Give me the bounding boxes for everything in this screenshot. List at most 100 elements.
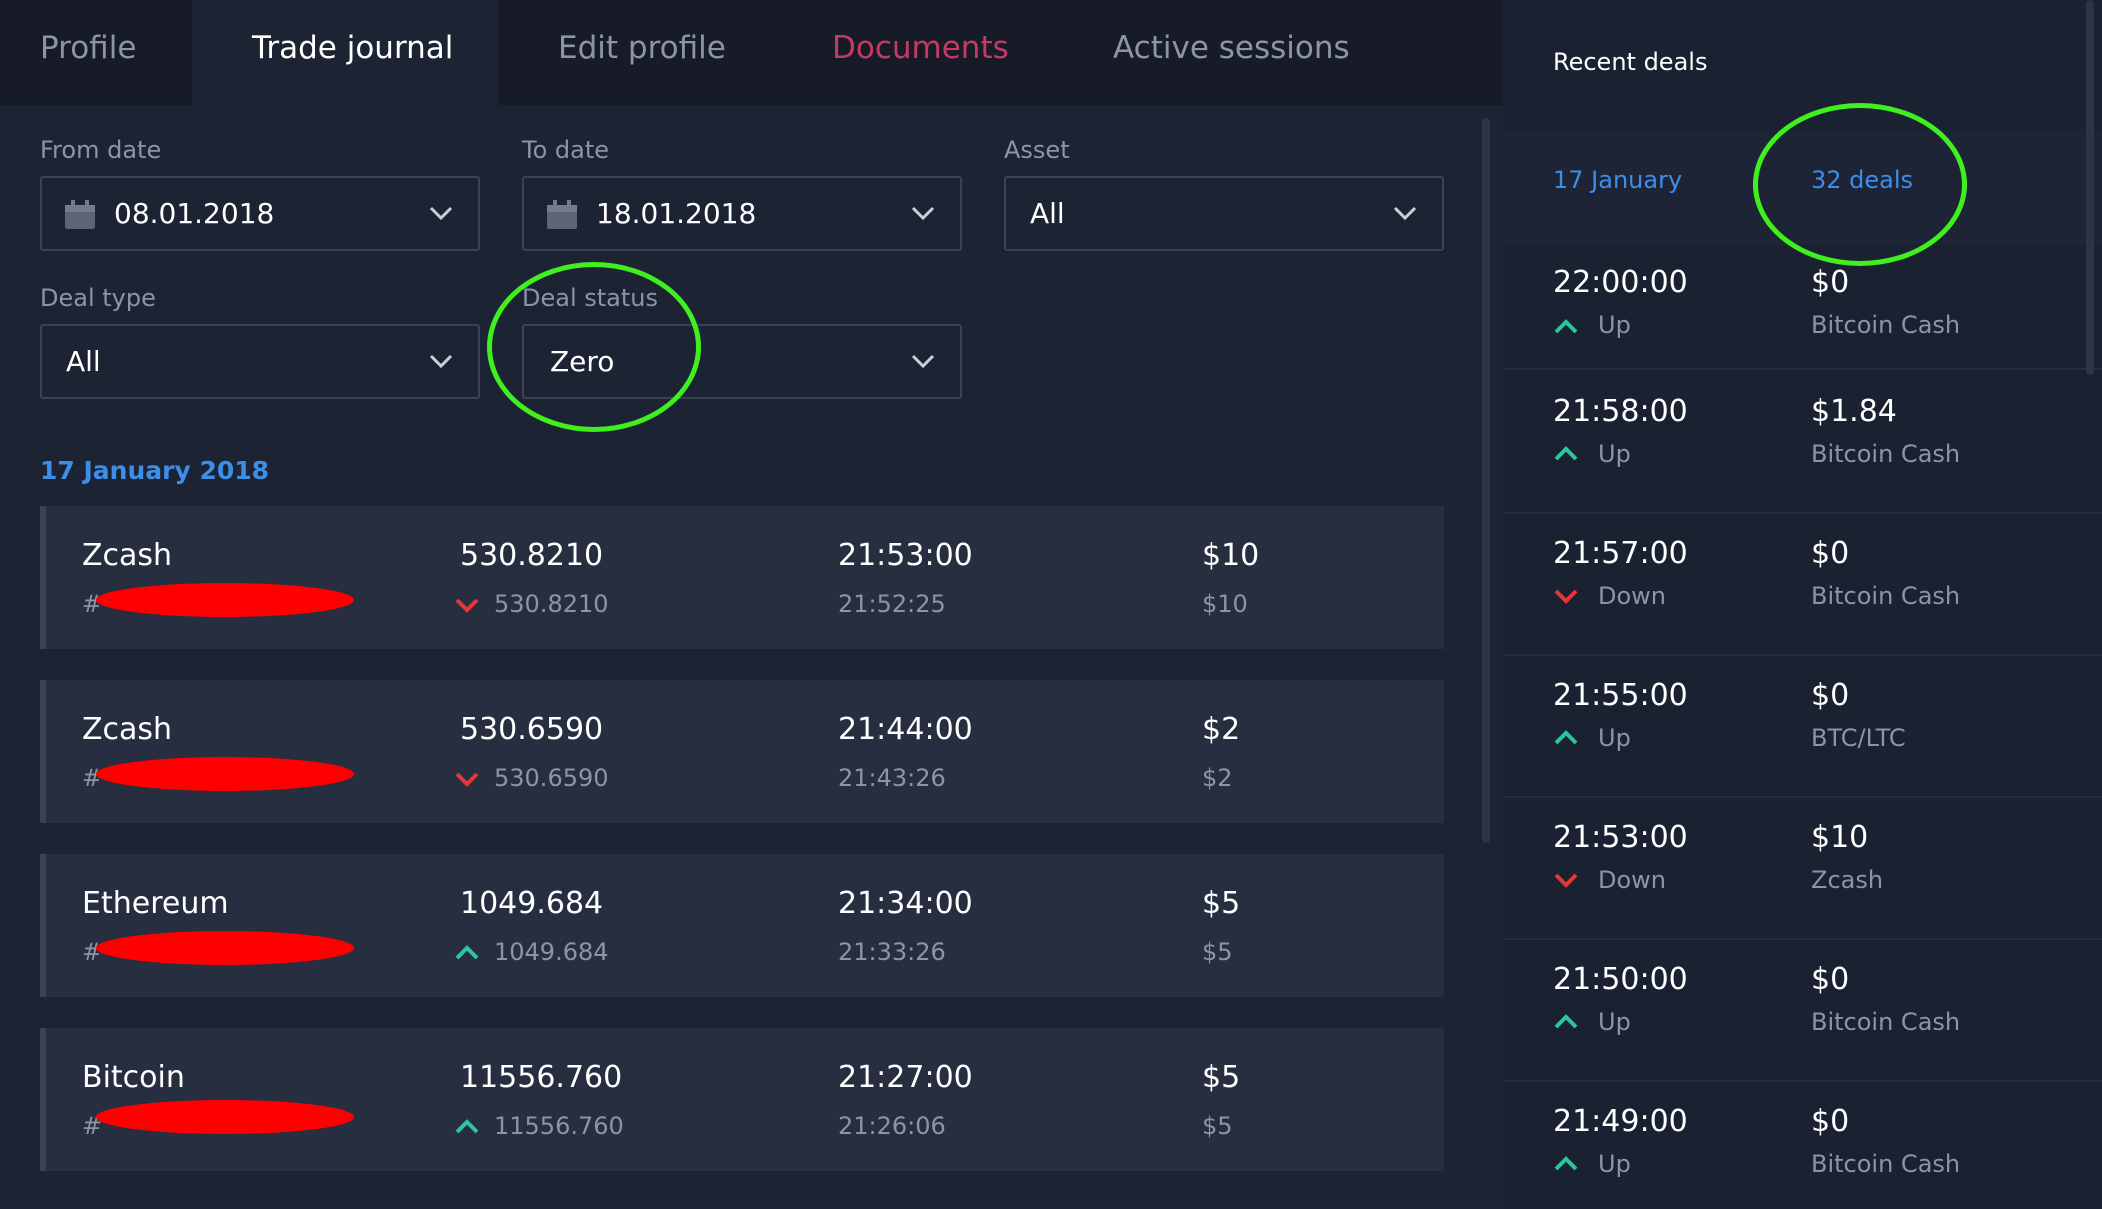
- arrow-up-icon: [1553, 1155, 1579, 1177]
- redaction-mark: [96, 1100, 354, 1134]
- recent-deal-row[interactable]: 22:00:00 Up $0 Bitcoin Cash: [1503, 245, 2102, 370]
- asset-value: All: [1030, 197, 1065, 230]
- recent-deal-row[interactable]: 21:57:00 Down $0 Bitcoin Cash: [1503, 514, 2102, 656]
- deal-price: 11556.760: [460, 1060, 623, 1095]
- asset-select[interactable]: All: [1004, 176, 1444, 251]
- recent-deal-row[interactable]: 21:49:00 Up $0 Bitcoin Cash: [1503, 1082, 2102, 1209]
- recent-deal-amount: $1.84: [1811, 394, 1897, 429]
- deal-card[interactable]: Bitcoin # 11556.760 11556.760 21:27:00 2…: [40, 1028, 1444, 1171]
- tab-trade-journal[interactable]: Trade journal: [192, 0, 498, 105]
- calendar-icon: [546, 200, 578, 234]
- arrow-up-icon: [1553, 1013, 1579, 1035]
- calendar-icon: [64, 200, 96, 234]
- recent-deal-amount: $0: [1811, 962, 1850, 997]
- deal-amount: $5: [1202, 886, 1241, 921]
- recent-deal-asset: Bitcoin Cash: [1811, 582, 1961, 610]
- recent-deal-row[interactable]: 21:50:00 Up $0 Bitcoin Cash: [1503, 940, 2102, 1082]
- recent-deal-direction: Down: [1598, 582, 1667, 610]
- arrow-up-icon: [1553, 445, 1579, 467]
- tab-profile[interactable]: Profile: [0, 0, 176, 105]
- deal-status-select[interactable]: Zero: [522, 324, 962, 399]
- recent-deal-asset: Bitcoin Cash: [1811, 1008, 1961, 1036]
- deal-price-close: 530.6590: [494, 764, 609, 792]
- deal-price-close: 530.8210: [494, 590, 609, 618]
- recent-deal-time: 21:55:00: [1553, 678, 1688, 713]
- recent-deals-date: 17 January: [1553, 166, 1683, 194]
- recent-deal-direction: Up: [1598, 1150, 1631, 1178]
- to-date-value: 18.01.2018: [596, 197, 757, 230]
- from-date-value: 08.01.2018: [114, 197, 275, 230]
- recent-deals-count[interactable]: 32 deals: [1811, 166, 1913, 194]
- from-date-picker[interactable]: 08.01.2018: [40, 176, 480, 251]
- recent-deal-time: 22:00:00: [1553, 265, 1688, 300]
- recent-deal-amount: $10: [1811, 820, 1869, 855]
- app-root: Profile Trade journal Edit profile Docum…: [0, 0, 2102, 1209]
- recent-deal-asset: Bitcoin Cash: [1811, 311, 1961, 339]
- arrow-up-icon: [454, 944, 480, 966]
- recent-deals-scrollbar[interactable]: [2086, 0, 2094, 375]
- recent-deal-row[interactable]: 21:55:00 Up $0 BTC/LTC: [1503, 656, 2102, 798]
- deal-card[interactable]: Zcash # 530.6590 530.6590 21:44:00 21:43…: [40, 680, 1444, 823]
- arrow-down-icon: [454, 770, 480, 792]
- deal-time-expire: 21:27:00: [838, 1060, 973, 1095]
- recent-deals-title: Recent deals: [1553, 48, 1708, 76]
- recent-deals-header: 17 January 32 deals: [1503, 130, 2102, 245]
- deal-amount: $2: [1202, 712, 1241, 747]
- tab-edit-profile[interactable]: Edit profile: [518, 0, 766, 105]
- deal-type-value: All: [66, 345, 101, 378]
- deal-price: 530.6590: [460, 712, 604, 747]
- deal-price-close: 1049.684: [494, 938, 609, 966]
- recent-deal-time: 21:50:00: [1553, 962, 1688, 997]
- chevron-down-icon: [428, 350, 454, 376]
- deal-card[interactable]: Ethereum # 1049.684 1049.684 21:34:00 21…: [40, 854, 1444, 997]
- recent-deal-row[interactable]: 21:58:00 Up $1.84 Bitcoin Cash: [1503, 372, 2102, 514]
- main-scrollbar[interactable]: [1482, 118, 1490, 843]
- tab-bar: Profile Trade journal Edit profile Docum…: [0, 0, 1503, 105]
- recent-deal-direction: Up: [1598, 440, 1631, 468]
- deal-amount-small: $10: [1202, 590, 1248, 618]
- tab-documents[interactable]: Documents: [792, 0, 1049, 105]
- redaction-mark: [96, 931, 354, 965]
- arrow-up-icon: [454, 1118, 480, 1140]
- recent-deal-asset: Zcash: [1811, 866, 1884, 894]
- chevron-down-icon: [910, 202, 936, 228]
- deal-asset: Zcash: [82, 712, 173, 747]
- recent-deal-amount: $0: [1811, 265, 1850, 300]
- recent-deal-time: 21:49:00: [1553, 1104, 1688, 1139]
- deal-time-expire: 21:44:00: [838, 712, 973, 747]
- deal-price: 1049.684: [460, 886, 604, 921]
- recent-deal-direction: Up: [1598, 724, 1631, 752]
- recent-deal-amount: $0: [1811, 536, 1850, 571]
- deal-card[interactable]: Zcash # 530.8210 530.8210 21:53:00 21:52…: [40, 506, 1444, 649]
- deal-status-label: Deal status: [522, 284, 658, 312]
- deal-time-open: 21:26:06: [838, 1112, 946, 1140]
- chevron-down-icon: [428, 202, 454, 228]
- deal-price-close: 11556.760: [494, 1112, 624, 1140]
- chevron-down-icon: [910, 350, 936, 376]
- deal-amount-small: $5: [1202, 1112, 1233, 1140]
- deal-asset: Bitcoin: [82, 1060, 185, 1095]
- recent-deal-direction: Down: [1598, 866, 1667, 894]
- arrow-down-icon: [1553, 871, 1579, 893]
- deal-type-select[interactable]: All: [40, 324, 480, 399]
- recent-deal-asset: BTC/LTC: [1811, 724, 1906, 752]
- redaction-mark: [96, 757, 354, 791]
- deal-time-open: 21:43:26: [838, 764, 946, 792]
- recent-deal-direction: Up: [1598, 1008, 1631, 1036]
- deal-amount-small: $2: [1202, 764, 1233, 792]
- deal-amount: $10: [1202, 538, 1260, 573]
- deal-time-open: 21:52:25: [838, 590, 946, 618]
- recent-deal-direction: Up: [1598, 311, 1631, 339]
- recent-deal-asset: Bitcoin Cash: [1811, 1150, 1961, 1178]
- to-date-picker[interactable]: 18.01.2018: [522, 176, 962, 251]
- recent-deal-row[interactable]: 21:53:00 Down $10 Zcash: [1503, 798, 2102, 940]
- tab-active-sessions[interactable]: Active sessions: [1073, 0, 1390, 105]
- arrow-up-icon: [1553, 318, 1579, 340]
- recent-deal-asset: Bitcoin Cash: [1811, 440, 1961, 468]
- trade-journal-panel: Profile Trade journal Edit profile Docum…: [0, 0, 1503, 1209]
- deal-time-expire: 21:34:00: [838, 886, 973, 921]
- recent-deal-time: 21:57:00: [1553, 536, 1688, 571]
- journal-group-date: 17 January 2018: [40, 456, 270, 485]
- chevron-down-icon: [1392, 202, 1418, 228]
- recent-deal-time: 21:53:00: [1553, 820, 1688, 855]
